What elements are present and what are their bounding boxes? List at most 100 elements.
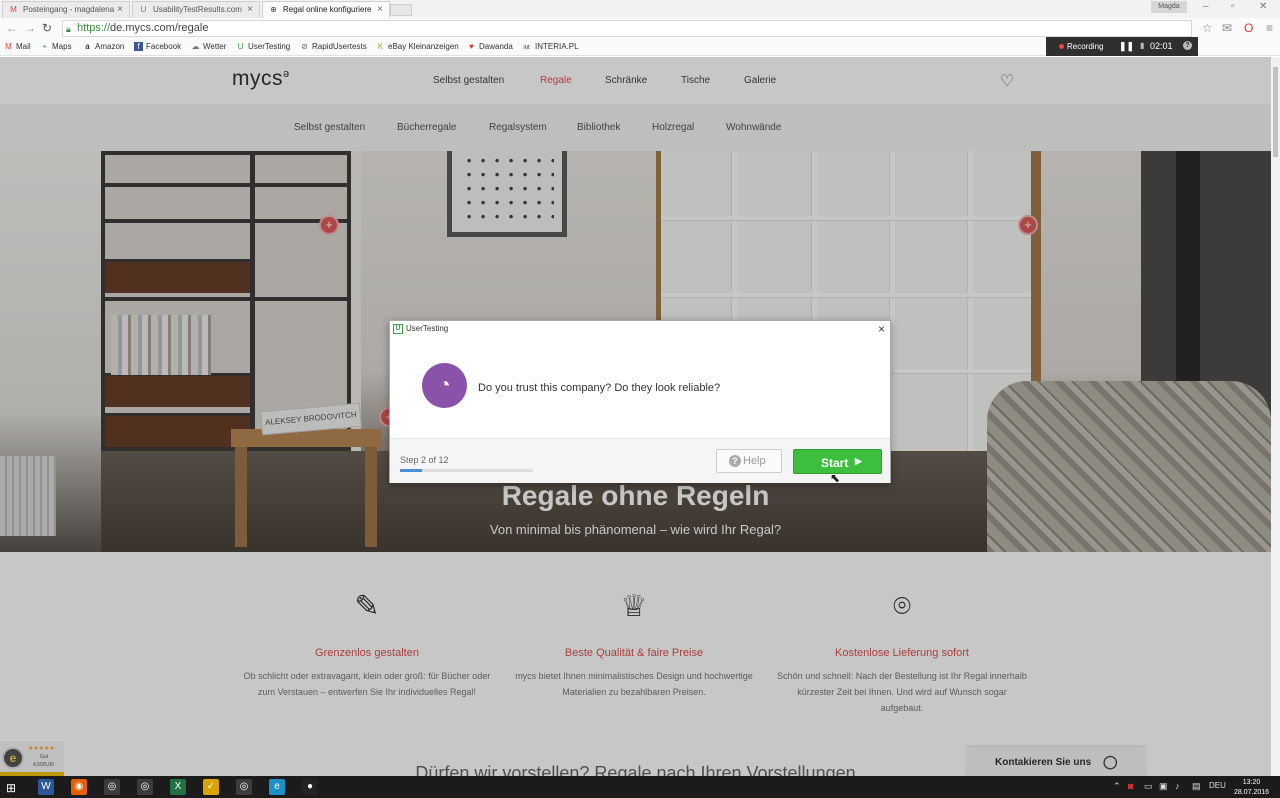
bookmark-maps[interactable]: ⌖ Maps <box>40 42 72 51</box>
scrollbar[interactable] <box>1271 57 1280 776</box>
opera-icon[interactable]: O <box>1244 21 1253 35</box>
chrome-icon[interactable]: ◎ <box>104 779 120 795</box>
system-clock[interactable]: 13:20 28.07.2016 <box>1234 778 1269 798</box>
bookmark-interia[interactable]: int INTERIA.PL <box>521 42 578 53</box>
bookmark-wetter[interactable]: ☁ Wetter <box>191 42 227 51</box>
close-tab-icon[interactable]: × <box>247 4 253 15</box>
reload-icon[interactable]: ↻ <box>42 21 52 35</box>
help-button[interactable]: ? Help <box>716 449 782 473</box>
word-icon[interactable]: W <box>38 779 54 795</box>
ie-icon[interactable]: e <box>269 779 285 795</box>
close-window-icon[interactable]: ✕ <box>1259 1 1267 12</box>
help-label: Help <box>743 455 766 467</box>
scrollbar-thumb[interactable] <box>1273 67 1278 157</box>
bookmark-label: Dawanda <box>479 42 513 51</box>
bookmark-label: eBay Kleinanzeigen <box>388 42 459 51</box>
tab-gmail[interactable]: M Posteingang - magdalena × <box>2 1 130 18</box>
bookmark-label: UserTesting <box>248 42 291 51</box>
amazon-icon: a <box>85 42 90 51</box>
tab-usabilitytestresults[interactable]: U UsabilityTestResults.com × <box>132 1 260 18</box>
window-user-badge[interactable]: Magda <box>1151 1 1187 13</box>
help-icon[interactable]: ? <box>1183 41 1192 50</box>
bookmark-label: Mail <box>16 42 31 51</box>
rapidusertests-icon: ⊘ <box>301 42 308 51</box>
bookmark-ebay-kleinanzeigen[interactable]: KeBay Kleinanzeigen <box>376 42 459 51</box>
bookmark-rapidusertests[interactable]: ⊘ RapidUsertests <box>300 42 367 51</box>
tray-arrow-icon[interactable]: ⌃ <box>1113 781 1121 792</box>
pause-icon[interactable]: ❚❚ <box>1119 41 1134 52</box>
gmail-icon: M <box>5 42 12 51</box>
lock-icon: 🔒︎ <box>66 24 71 34</box>
start-label: Start <box>821 456 849 470</box>
usertesting-dialog: U UserTesting × ◔ Do you trust this comp… <box>389 320 891 483</box>
tab-label: Regal online konfiguriere <box>283 5 372 14</box>
windows-taskbar: ⊞ W ◉ ◎ ◎ X ✓ ◎ e ● ⌃ ◙ ▭ ▣ ♪ ▤ DEU 13:20 28.07.… <box>0 776 1280 798</box>
bookmark-label: RapidUsertests <box>312 42 367 51</box>
notifications-icon[interactable]: ▤ <box>1192 781 1201 792</box>
dialog-header: U UserTesting × <box>390 321 890 337</box>
ebay-icon: K <box>377 42 384 51</box>
network-icon[interactable]: ▣ <box>1159 781 1168 792</box>
microphone-icon: ▮ <box>1140 41 1145 50</box>
url-scheme: https:// <box>77 22 111 34</box>
minimize-icon[interactable]: – <box>1203 1 1209 12</box>
weather-icon: ☁ <box>191 42 200 51</box>
new-tab-button[interactable] <box>390 4 412 16</box>
bookmark-mail[interactable]: M Mail <box>4 42 31 51</box>
excel-icon[interactable]: X <box>170 779 186 795</box>
recording-status: Recording <box>1067 42 1104 51</box>
tab-label: Posteingang - magdalena <box>23 5 115 14</box>
dialog-app-name: UserTesting <box>406 324 449 333</box>
recorder-icon[interactable]: ● <box>302 779 318 795</box>
usertesting-icon: U <box>393 324 403 334</box>
bookmark-dawanda[interactable]: ♥ Dawanda <box>467 42 513 51</box>
restore-icon[interactable]: ▫ <box>1231 1 1235 12</box>
close-icon[interactable]: × <box>878 322 885 336</box>
interia-icon: int <box>523 45 530 51</box>
firefox-icon[interactable]: ◉ <box>71 779 87 795</box>
antivirus-icon[interactable]: ◙ <box>1128 781 1133 791</box>
url-field[interactable]: 🔒︎ https://de.mycs.com/regale <box>62 20 1192 37</box>
task-question: Do you trust this company? Do they look … <box>478 382 721 394</box>
play-arrow-icon: ▶ <box>855 456 862 466</box>
chrome-icon[interactable]: ◎ <box>236 779 252 795</box>
chrome-icon[interactable]: ◎ <box>137 779 153 795</box>
usertesting-icon: U <box>140 5 147 14</box>
maps-icon: ⌖ <box>42 42 47 51</box>
tab-bar: M Posteingang - magdalena × U UsabilityT… <box>0 0 1280 18</box>
menu-icon[interactable]: ≡ <box>1266 21 1273 35</box>
tab-mycs-regal[interactable]: ⊕ Regal online konfiguriere × <box>262 1 390 18</box>
gmail-icon: M <box>10 5 17 14</box>
back-icon[interactable]: ← <box>6 21 18 35</box>
url-path: de.mycs.com/regale <box>110 22 209 34</box>
star-icon[interactable]: ☆ <box>1202 21 1213 35</box>
bookmark-label: Wetter <box>203 42 227 51</box>
recording-dot-icon <box>1059 44 1064 49</box>
battery-icon[interactable]: ▭ <box>1144 781 1153 792</box>
tab-label: UsabilityTestResults.com <box>153 5 242 14</box>
recording-time: 02:01 <box>1150 41 1173 51</box>
windows-start-icon[interactable]: ⊞ <box>6 781 16 795</box>
bookmark-usertesting[interactable]: U UserTesting <box>236 42 291 51</box>
language-indicator[interactable]: DEU <box>1209 781 1226 790</box>
forward-icon[interactable]: → <box>24 21 36 35</box>
mycs-icon: ⊕ <box>270 5 277 14</box>
clock-date: 28.07.2016 <box>1234 789 1270 796</box>
bookmark-label: Amazon <box>95 42 125 51</box>
close-tab-icon[interactable]: × <box>117 4 123 15</box>
volume-icon[interactable]: ♪ <box>1175 781 1180 791</box>
close-tab-icon[interactable]: × <box>377 4 383 15</box>
bookmark-facebook[interactable]: f Facebook <box>134 42 181 51</box>
bookmark-label: Facebook <box>146 42 182 51</box>
dawanda-icon: ♥ <box>469 42 474 51</box>
bookmark-label: Maps <box>52 42 72 51</box>
voice-prompt-icon: ◔ <box>422 363 467 408</box>
norton-icon[interactable]: ✓ <box>203 779 219 795</box>
mail-icon[interactable]: ✉ <box>1222 21 1232 35</box>
dialog-footer: Step 2 of 12 ? Help Start ▶ <box>390 438 890 483</box>
step-label: Step 2 of 12 <box>400 455 449 465</box>
usertesting-icon: U <box>237 42 244 51</box>
question-mark-icon: ? <box>729 455 741 467</box>
bookmark-amazon[interactable]: a Amazon <box>83 42 124 51</box>
clock-time: 13:20 <box>1242 779 1261 786</box>
